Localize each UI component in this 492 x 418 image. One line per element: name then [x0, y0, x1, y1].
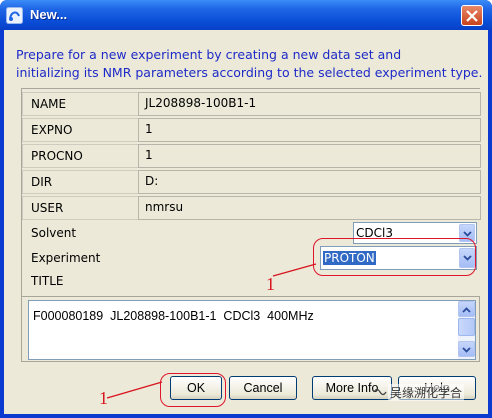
dir-field[interactable]: D:	[138, 170, 481, 194]
scroll-up-button[interactable]	[458, 301, 475, 317]
expno-field[interactable]: 1	[138, 118, 481, 142]
window-title: New...	[30, 7, 68, 22]
description-line-2: initializing its NMR parameters accordin…	[16, 65, 483, 80]
title-textarea[interactable]: F000080189 JL208898-100B1-1 CDCl3 400MHz	[28, 300, 476, 360]
app-icon	[6, 7, 23, 24]
dialog-client-area: Prepare for a new experiment by creating…	[4, 30, 488, 414]
dir-label: DIR	[31, 175, 53, 189]
close-button[interactable]	[461, 5, 483, 26]
solvent-label: Solvent	[31, 226, 77, 240]
dialog-window: New... Prepare for a new experiment by c…	[0, 0, 492, 418]
description-line-1: Prepare for a new experiment by creating…	[16, 47, 402, 62]
cancel-button[interactable]: Cancel	[229, 376, 297, 400]
close-icon	[466, 10, 478, 22]
title-text: F000080189 JL208898-100B1-1 CDCl3 400MHz	[33, 309, 314, 323]
experiment-highlight-oval	[313, 238, 476, 276]
description-text: Prepare for a new experiment by creating…	[16, 46, 486, 82]
name-field[interactable]: JL208898-100B1-1	[138, 92, 481, 116]
ok-highlight-oval	[160, 373, 226, 407]
chevron-down-icon	[463, 231, 472, 237]
expno-label: EXPNO	[31, 123, 73, 137]
scroll-up-icon	[462, 307, 471, 313]
experiment-label: Experiment	[31, 251, 101, 265]
user-label: USER	[31, 201, 64, 215]
title-scrollbar[interactable]	[458, 301, 475, 359]
experiment-annotation-line	[272, 263, 317, 277]
watermark-icon	[373, 388, 387, 396]
ok-annotation-line	[106, 381, 163, 399]
user-field[interactable]: nmrsu	[138, 196, 481, 220]
scroll-down-button[interactable]	[458, 341, 475, 357]
title-bar[interactable]: New...	[0, 0, 492, 30]
scroll-thumb[interactable]	[458, 318, 475, 336]
procno-label: PROCNO	[31, 149, 83, 163]
title-label: TITLE	[31, 274, 64, 288]
name-label: NAME	[31, 97, 67, 111]
watermark-text: 吴缘溯化学合	[388, 384, 465, 401]
procno-field[interactable]: 1	[138, 144, 481, 168]
scroll-down-icon	[462, 347, 471, 353]
